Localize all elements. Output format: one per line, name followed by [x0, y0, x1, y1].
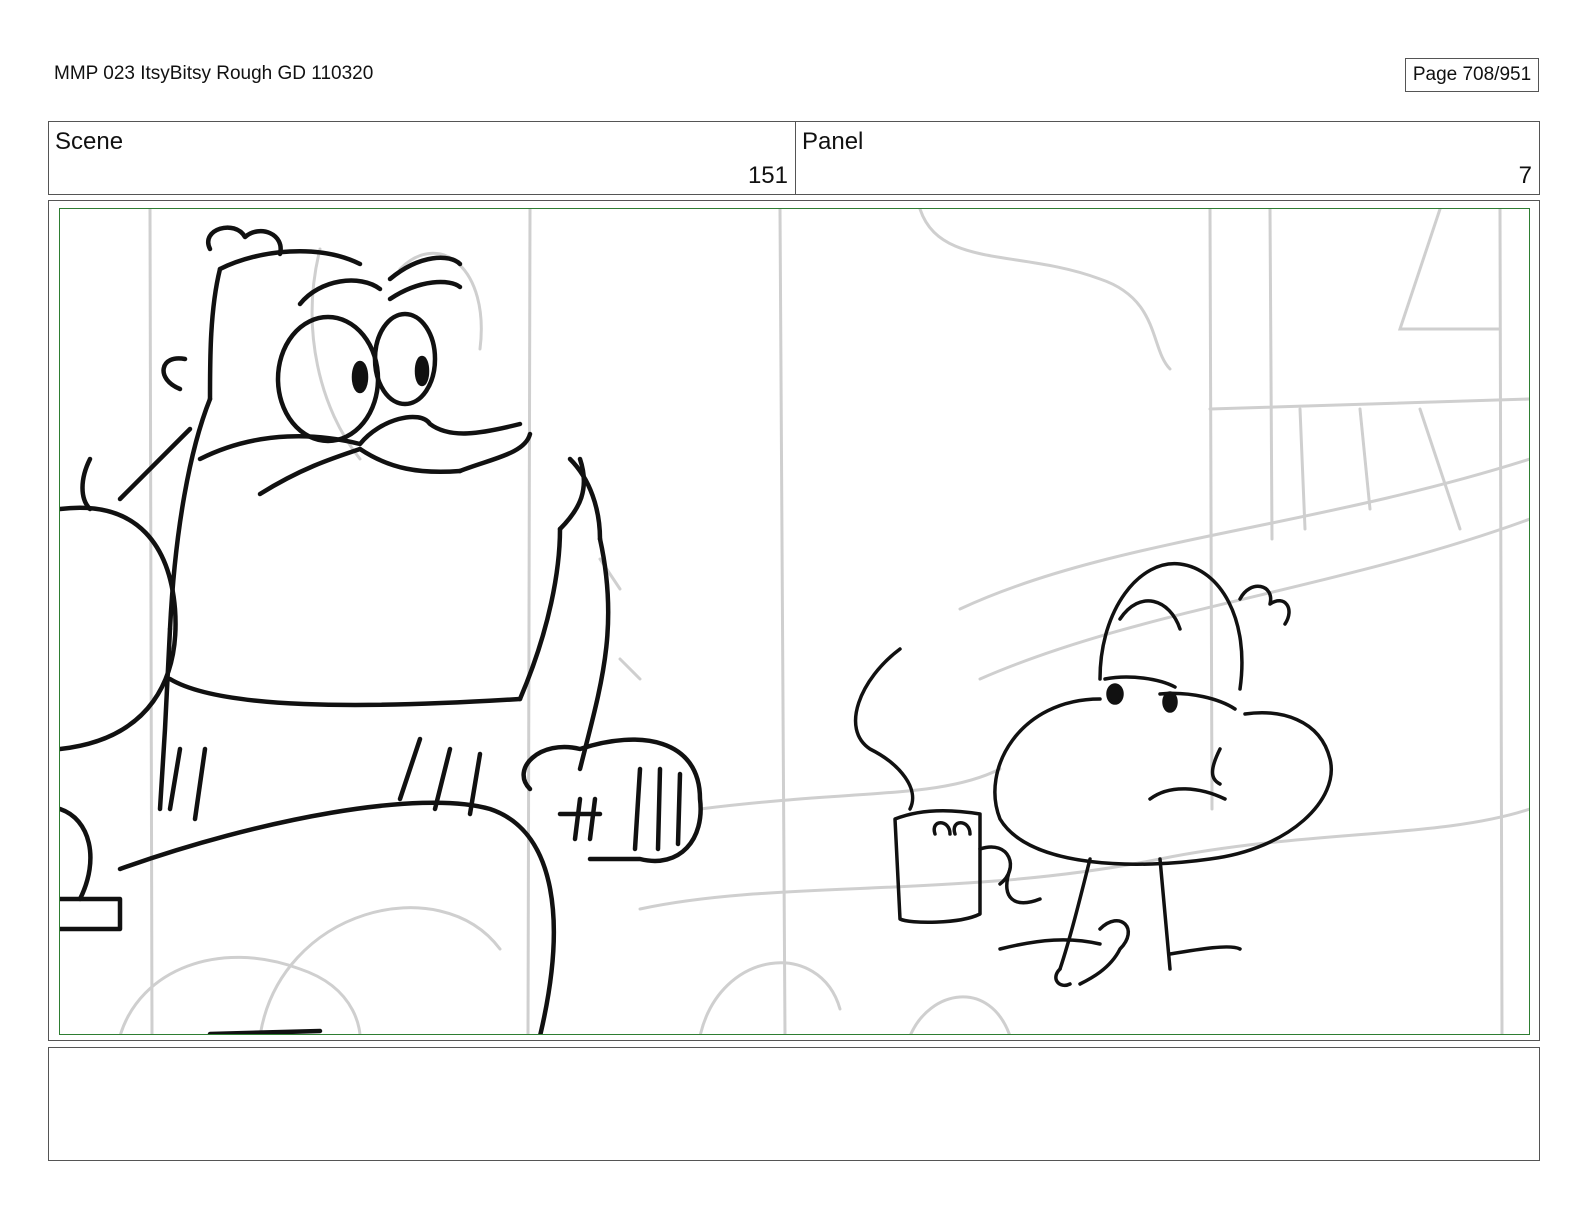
storyboard-sketch	[60, 209, 1529, 1034]
scene-cell: Scene 151	[49, 122, 796, 194]
bearded-character-sketch	[60, 225, 703, 1034]
document-title: MMP 023 ItsyBitsy Rough GD 110320	[54, 63, 374, 84]
panel-number: 7	[1518, 162, 1532, 189]
storyboard-panel-image	[59, 208, 1530, 1035]
notes-box	[48, 1047, 1540, 1161]
small-character-sketch	[853, 562, 1333, 987]
panel-cell: Panel 7	[796, 122, 1539, 194]
page-number-box: Page 708/951	[1405, 58, 1539, 92]
panel-label: Panel	[802, 128, 864, 155]
scene-number: 151	[747, 162, 788, 189]
scene-panel-info: Scene 151 Panel 7	[48, 121, 1540, 195]
background-sketch	[119, 209, 1529, 1034]
scene-label: Scene	[55, 128, 124, 155]
